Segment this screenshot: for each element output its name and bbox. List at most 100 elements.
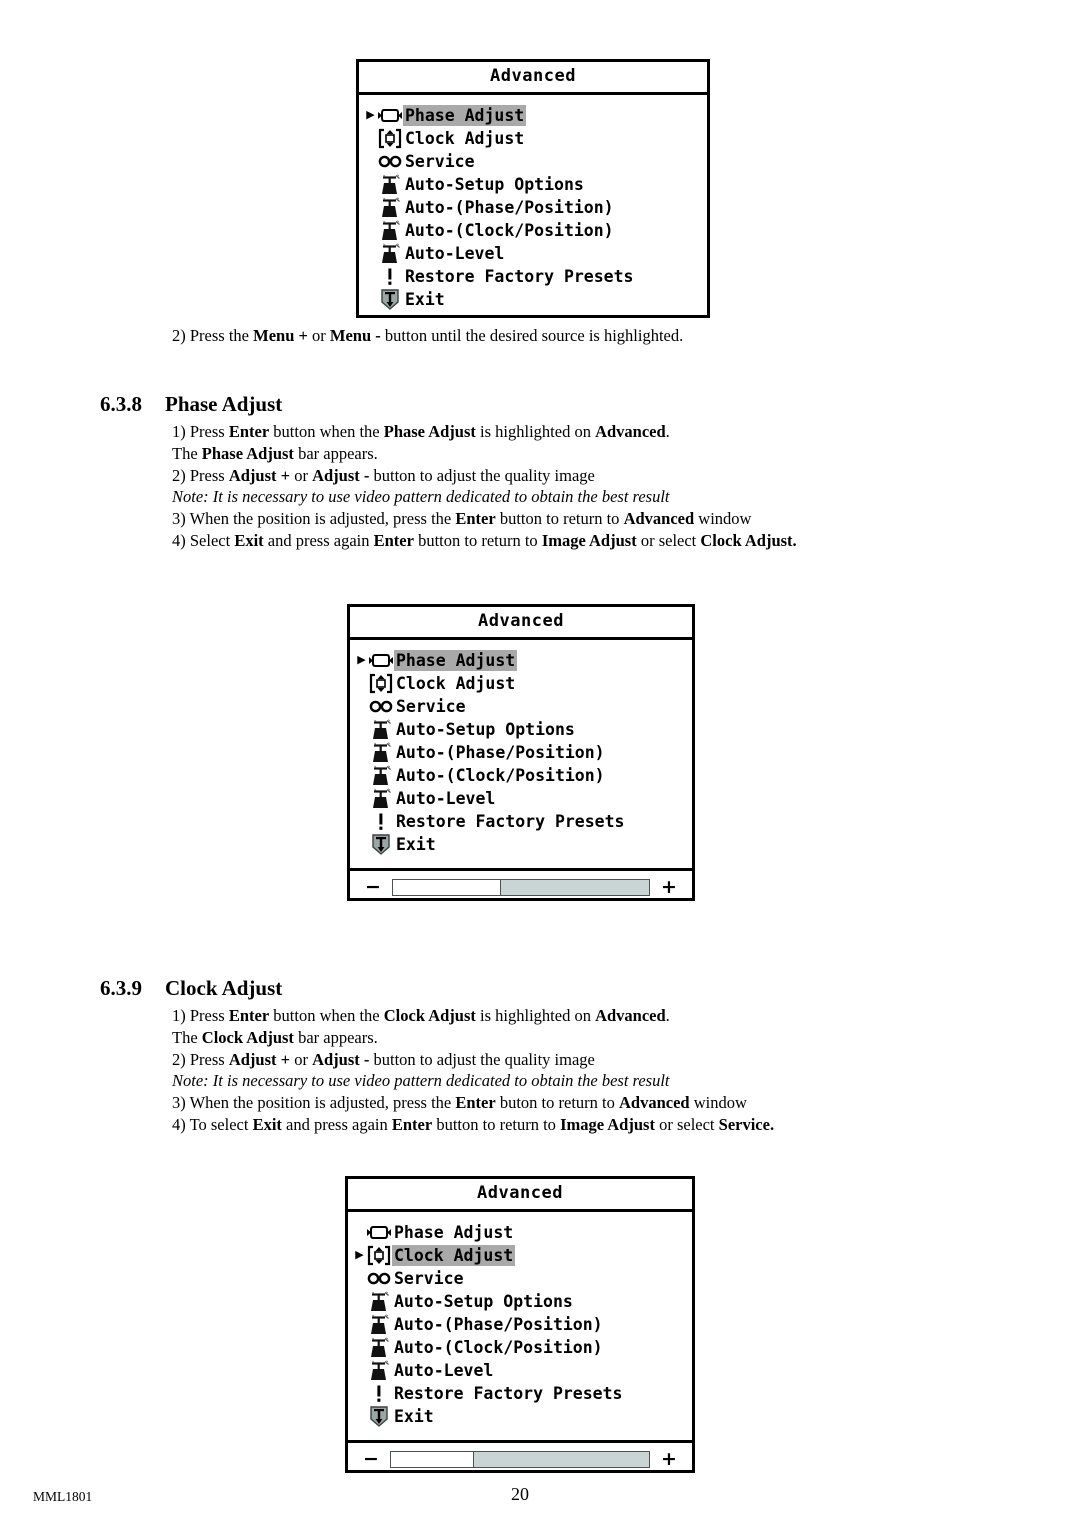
adjust-slider-bar-2[interactable]: − +	[350, 867, 692, 905]
step-text: 3) When the position is adjusted, press …	[172, 509, 456, 529]
step-line: 1) Press Enter button when the Clock Adj…	[172, 1005, 972, 1027]
slider-decrease-icon[interactable]: −	[358, 1449, 384, 1469]
osd-menu-item-label: Phase Adjust	[394, 649, 518, 671]
step-emphasis: Enter	[391, 1114, 433, 1134]
osd-menu-item-restore-factory-presets[interactable]: ▶Restore Factory Presets	[348, 1382, 692, 1405]
osd-menu-item-auto-setup-options[interactable]: ▶Auto-Setup Options	[350, 718, 692, 741]
osd-menu-item-label: Auto-(Clock/Position)	[396, 765, 605, 785]
slider-track-3[interactable]	[390, 1450, 650, 1468]
step-text: button when the	[269, 422, 384, 441]
step-text: or select	[654, 1114, 719, 1134]
osd-menu-item-service[interactable]: ▶Service	[359, 150, 707, 173]
step-text: and press again	[263, 530, 374, 550]
intro-menu-minus: Menu -	[329, 326, 381, 345]
step-text: is highlighted on	[475, 422, 596, 441]
step-text: is highlighted on	[475, 1006, 596, 1025]
step-text: 4) To select	[172, 1114, 253, 1134]
step-text: button to return to	[432, 1114, 561, 1134]
step-emphasis: Enter	[455, 1093, 496, 1113]
intro-step-text: 2) Press the Menu + or Menu - button unt…	[172, 325, 932, 347]
osd-menu-item-clock-adjust[interactable]: ▶Clock Adjust	[359, 127, 707, 150]
step-text: The	[172, 1027, 202, 1047]
osd-menu-item-label: Auto-(Clock/Position)	[405, 220, 614, 240]
step-text: Note: It is necessary to use video patte…	[172, 487, 670, 507]
osd-menu-item-auto-setup-options[interactable]: ▶Auto-Setup Options	[359, 173, 707, 196]
selection-pointer-icon: ▶	[355, 1248, 364, 1261]
step-emphasis: Service.	[718, 1114, 775, 1134]
step-line: 3) When the position is adjusted, press …	[172, 508, 972, 530]
osd-title-3: Advanced	[348, 1179, 692, 1212]
vertical-double-arrow-bracket-icon	[366, 1245, 392, 1266]
step-emphasis: Enter	[455, 509, 496, 529]
osd-menu-item-service[interactable]: ▶Service	[350, 695, 692, 718]
osd-menu-item-label: Auto-(Phase/Position)	[405, 197, 614, 217]
auto-podium-icon	[366, 1291, 392, 1312]
osd-menu-item-label: Auto-Setup Options	[405, 174, 584, 194]
slider-fill-3	[391, 1451, 474, 1467]
osd-menu-item-restore-factory-presets[interactable]: ▶Restore Factory Presets	[359, 265, 707, 288]
osd-menu-item-exit[interactable]: ▶Exit	[348, 1405, 692, 1428]
exit-shield-arrow-icon	[368, 833, 394, 855]
step-line: 4) Select Exit and press again Enter but…	[172, 530, 972, 552]
slider-decrease-icon[interactable]: −	[360, 877, 386, 897]
osd-menu-item-clock-adjust[interactable]: ▶Clock Adjust	[350, 672, 692, 695]
intro-suffix: button until the desired source is highl…	[380, 326, 684, 345]
osd-menu-item-auto-clock-position[interactable]: ▶Auto-(Clock/Position)	[350, 764, 692, 787]
osd-menu-item-auto-clock-position[interactable]: ▶Auto-(Clock/Position)	[359, 219, 707, 242]
osd-menu-item-auto-level[interactable]: ▶Auto-Level	[348, 1359, 692, 1382]
auto-podium-icon	[368, 719, 394, 740]
osd-menu-item-auto-level[interactable]: ▶Auto-Level	[350, 787, 692, 810]
osd-menu-item-phase-adjust[interactable]: ▶Phase Adjust	[359, 104, 707, 127]
step-text: button to return to	[413, 530, 542, 550]
auto-podium-icon	[377, 220, 403, 241]
osd-menu-item-auto-clock-position[interactable]: ▶Auto-(Clock/Position)	[348, 1336, 692, 1359]
slider-increase-icon[interactable]: +	[656, 877, 682, 897]
service-two-circles-icon	[377, 151, 403, 172]
intro-mid: or	[307, 326, 330, 345]
osd-menu-item-phase-adjust[interactable]: ▶Phase Adjust	[348, 1221, 692, 1244]
step-emphasis: Image Adjust	[541, 530, 637, 550]
osd-menu-item-clock-adjust[interactable]: ▶Clock Adjust	[348, 1244, 692, 1267]
step-emphasis: Advanced	[595, 422, 666, 441]
osd-menu-item-auto-level[interactable]: ▶Auto-Level	[359, 242, 707, 265]
horizontal-double-arrow-icon	[366, 1222, 392, 1243]
step-emphasis: Enter	[373, 530, 414, 550]
step-text: Note: It is necessary to use video patte…	[172, 1071, 670, 1091]
step-line: The Phase Adjust bar appears.	[172, 443, 972, 465]
exit-shield-arrow-icon	[366, 1405, 392, 1427]
osd-menu-item-auto-phase-position[interactable]: ▶Auto-(Phase/Position)	[348, 1313, 692, 1336]
step-text: and press again	[281, 1114, 392, 1134]
osd-menu-item-auto-phase-position[interactable]: ▶Auto-(Phase/Position)	[359, 196, 707, 219]
osd-menu-item-phase-adjust[interactable]: ▶Phase Adjust	[350, 649, 692, 672]
osd-menu-item-label: Service	[394, 1268, 464, 1288]
step-text: bar appears.	[293, 1027, 378, 1047]
osd-menu-item-label: Phase Adjust	[403, 104, 527, 126]
slider-track-2[interactable]	[392, 878, 650, 896]
step-text: 1) Press	[172, 1006, 229, 1025]
osd-menu-item-label: Auto-Level	[394, 1360, 494, 1380]
osd-menu-item-label: Restore Factory Presets	[405, 266, 634, 286]
auto-podium-icon	[368, 788, 394, 809]
adjust-slider-bar-3[interactable]: − +	[348, 1439, 692, 1477]
auto-podium-icon	[368, 765, 394, 786]
osd-menu-item-restore-factory-presets[interactable]: ▶Restore Factory Presets	[350, 810, 692, 833]
osd-menu-item-label: Auto-Setup Options	[394, 1291, 573, 1311]
slider-increase-icon[interactable]: +	[656, 1449, 682, 1469]
osd-menu-item-auto-phase-position[interactable]: ▶Auto-(Phase/Position)	[350, 741, 692, 764]
osd-menu-item-exit[interactable]: ▶Exit	[350, 833, 692, 856]
osd-menu-item-service[interactable]: ▶Service	[348, 1267, 692, 1290]
osd-menu-item-exit[interactable]: ▶Exit	[359, 288, 707, 311]
step-emphasis: Exit	[234, 530, 264, 550]
osd-menu-item-auto-setup-options[interactable]: ▶Auto-Setup Options	[348, 1290, 692, 1313]
section-heading-638: 6.3.8 Phase Adjust	[100, 392, 600, 418]
step-emphasis: Enter	[228, 422, 270, 441]
step-text: window	[689, 1093, 747, 1113]
exclamation-icon	[366, 1383, 392, 1404]
section-title-638: Phase Adjust	[165, 392, 283, 416]
step-emphasis: Advanced	[623, 509, 695, 529]
step-text: .	[665, 1006, 670, 1025]
step-text: buton to return to	[495, 1093, 619, 1113]
osd-menu-item-label: Auto-(Phase/Position)	[394, 1314, 603, 1334]
step-text: 2) Press	[172, 465, 229, 485]
section-heading-639: 6.3.9 Clock Adjust	[100, 976, 600, 1002]
